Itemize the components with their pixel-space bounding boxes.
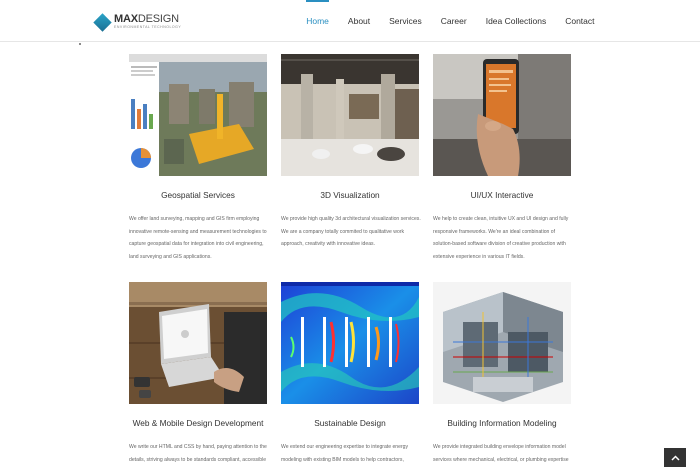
card-title: 3D Visualization — [320, 190, 380, 200]
card-description: We offer land surveying, mapping and GIS… — [129, 216, 267, 260]
service-card-web-mobile: Web & Mobile Design Development We write… — [129, 282, 267, 467]
nav-career[interactable]: Career — [431, 0, 476, 42]
ui-ux-image[interactable] — [433, 54, 571, 176]
card-description: We provide high quality 3d architectural… — [281, 216, 421, 247]
card-description: We extend our engineering expertise to i… — [281, 444, 409, 463]
service-card-bim: Building Information Modeling We provide… — [433, 282, 571, 467]
service-card-3d-visualization: 3D Visualization We provide high quality… — [281, 54, 421, 251]
card-description: We write our HTML and CSS by hand, payin… — [129, 444, 267, 463]
nav-services[interactable]: Services — [380, 0, 432, 42]
service-card-sustainable: Sustainable Design We extend our enginee… — [281, 282, 419, 467]
card-title: Web & Mobile Design Development — [132, 418, 264, 428]
header: MAXDESIGN ENVIRONMENTAL TECHNOLOGY Home … — [0, 0, 700, 42]
sustainable-design-image[interactable] — [281, 282, 419, 404]
chevron-up-icon — [670, 454, 680, 461]
nav-idea-collections[interactable]: Idea Collections — [476, 0, 555, 42]
stray-dot — [79, 43, 81, 45]
web-mobile-image[interactable] — [129, 282, 267, 404]
geospatial-image[interactable] — [129, 54, 267, 176]
logo[interactable]: MAXDESIGN ENVIRONMENTAL TECHNOLOGY — [93, 12, 182, 32]
service-card-ui-ux: UI/UX Interactive We help to create clea… — [433, 54, 571, 263]
scroll-to-top-button[interactable] — [664, 448, 686, 467]
card-title: Sustainable Design — [314, 418, 386, 428]
bim-image[interactable] — [433, 282, 571, 404]
card-description: We provide integrated building envelope … — [433, 444, 569, 463]
service-card-geospatial: Geospatial Services We offer land survey… — [129, 54, 267, 263]
nav-about[interactable]: About — [338, 0, 379, 42]
logo-tagline: ENVIRONMENTAL TECHNOLOGY — [114, 25, 182, 30]
card-title: UI/UX Interactive — [470, 190, 534, 200]
main-nav: Home About Services Career Idea Collecti… — [297, 0, 604, 42]
logo-mark-icon — [93, 12, 112, 32]
card-title: Geospatial Services — [161, 190, 235, 200]
card-description: We help to create clean, intuitive UX an… — [433, 216, 569, 260]
nav-home[interactable]: Home — [297, 0, 339, 42]
card-title: Building Information Modeling — [447, 418, 557, 428]
3d-visualization-image[interactable] — [281, 54, 419, 176]
nav-contact[interactable]: Contact — [556, 0, 604, 42]
